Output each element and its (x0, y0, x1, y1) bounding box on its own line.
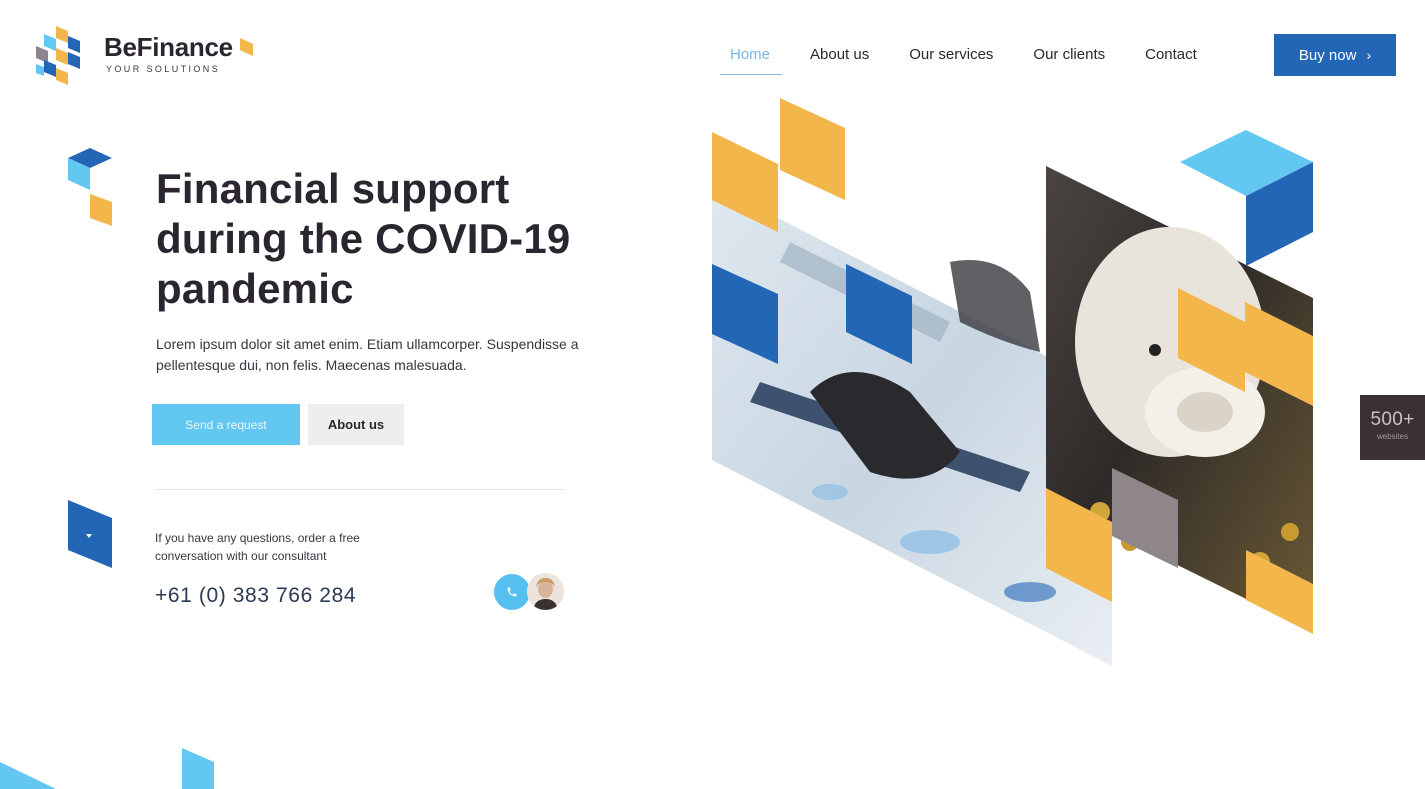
badge-label: websites (1376, 432, 1409, 441)
phone-icon (507, 587, 517, 597)
main-nav: Home About us Our services Our clients C… (719, 44, 1237, 75)
consultant-avatar (527, 573, 564, 610)
hero-description: Lorem ipsum dolor sit amet enim. Etiam u… (156, 336, 579, 373)
bottom-decorative-shapes (0, 748, 214, 789)
send-request-button[interactable]: Send a request (152, 404, 300, 445)
badge-value: 500+ (1370, 409, 1415, 430)
buy-now-label: Buy now (1298, 46, 1357, 64)
buy-now-button[interactable]: Buy now › (1274, 34, 1396, 76)
hero-title: Financial support during the COVID-19 pa… (156, 165, 571, 312)
nav-contact[interactable]: Contact (1145, 44, 1197, 75)
about-us-button[interactable]: About us (308, 404, 404, 445)
phone-number[interactable]: +61 (0) 383 766 284 (155, 584, 356, 608)
chevron-right-icon: › (1366, 47, 1372, 63)
decorative-cube-icon (68, 148, 112, 226)
consultant-note: If you have any questions, order a free … (155, 531, 360, 563)
hero-illustration (712, 98, 1313, 666)
nav-home[interactable]: Home (719, 44, 783, 75)
scroll-down-cube-icon[interactable] (66, 500, 116, 570)
call-button[interactable] (494, 574, 530, 610)
logo-cubes-icon (36, 26, 80, 85)
divider (155, 489, 565, 490)
logo[interactable]: BeFinance YOUR SOLUTIONS (32, 24, 272, 88)
nav-our-clients[interactable]: Our clients (1033, 44, 1105, 75)
logo-accent-icon (240, 38, 253, 56)
nav-our-services[interactable]: Our services (909, 44, 993, 75)
brand-tagline: YOUR SOLUTIONS (106, 64, 221, 74)
websites-count-badge[interactable]: 500+ websites (1360, 395, 1425, 460)
nav-about-us[interactable]: About us (810, 44, 869, 75)
brand-name: BeFinance (104, 32, 233, 62)
